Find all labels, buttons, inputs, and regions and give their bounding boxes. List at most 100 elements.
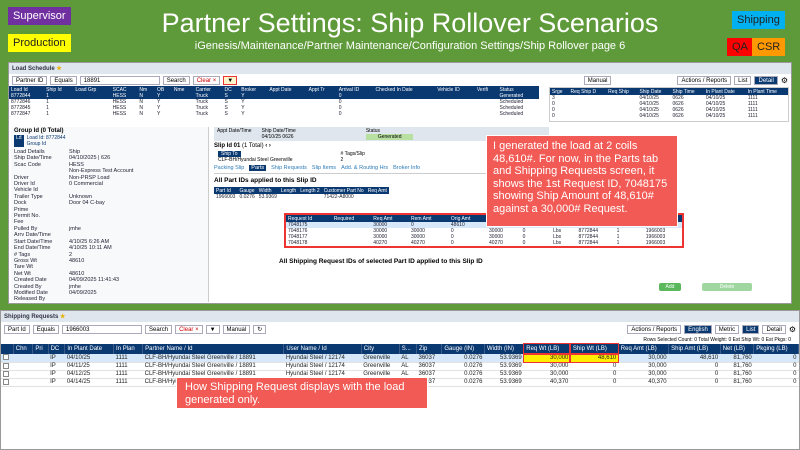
table-cell: 30,000: [523, 370, 571, 379]
column-header: Vehicle ID: [435, 86, 475, 93]
delete-button[interactable]: Delete: [702, 283, 752, 291]
table-cell: 40270: [410, 240, 425, 246]
row-checkbox[interactable]: [3, 354, 9, 361]
load-schedule-toolbar: Partner ID Equals 18891 Search Clear × ▼…: [9, 74, 791, 86]
table-cell: [475, 111, 498, 117]
table-cell: [32, 362, 49, 371]
form-value: Door 04 C-bay: [69, 200, 105, 207]
column-header: DC: [222, 86, 240, 93]
table-cell: IP: [48, 354, 65, 363]
table-cell[interactable]: [1, 378, 14, 387]
tab-broker-info[interactable]: Broker Info: [393, 165, 420, 171]
sr-actions-reports-button[interactable]: Actions / Reports: [627, 325, 682, 334]
sr-search-button[interactable]: Search: [145, 325, 173, 334]
sr-list-view-button[interactable]: List: [742, 325, 760, 334]
table-row[interactable]: 7048178 40270 40270 0 40270 0 Lbs 8772844 1 19660…: [286, 240, 682, 246]
tab-add-routing-hrs[interactable]: Add. & Routing Hrs: [341, 165, 388, 171]
tab-ship-requests[interactable]: Ship Requests: [271, 165, 307, 171]
table-cell: [32, 370, 49, 379]
search-button[interactable]: Search: [162, 75, 190, 85]
table-row[interactable]: IP 04/10/25 1111 CLF-BH/Hyundai Steel Green…: [1, 353, 799, 363]
ship-to-value: CLF-BH/Hyundai Steel Greenville: [218, 157, 293, 163]
part-id-field-select[interactable]: Part Id: [4, 325, 30, 334]
table-cell: 30,000: [618, 370, 669, 379]
tab-parts[interactable]: Parts: [249, 165, 267, 171]
table-cell: [332, 240, 371, 246]
table-cell: 53.9369: [484, 378, 524, 387]
table-cell: 1111: [747, 113, 758, 119]
table-cell: 0: [753, 370, 799, 379]
table-cell: 36037: [416, 362, 442, 371]
detail-view-button[interactable]: Detail: [754, 75, 778, 85]
column-header: Status: [497, 86, 539, 93]
table-cell: 0626: [672, 113, 684, 119]
metric-toggle[interactable]: Metric: [714, 325, 740, 334]
filter-value-input[interactable]: 18891: [79, 75, 160, 85]
filter-field-select[interactable]: Partner ID: [12, 75, 48, 85]
status-field: Generated: [365, 134, 414, 140]
table-cell[interactable]: [1, 362, 14, 371]
callout-shipping-request-display: How Shipping Request displays with the l…: [176, 377, 428, 409]
table-cell: 81,760: [720, 362, 754, 371]
form-value: 0 Commercial: [69, 181, 103, 188]
tab-slip-items[interactable]: Slip Items: [312, 165, 336, 171]
column-header: Customer Part No: [321, 187, 366, 194]
shipping-requests-toolbar: Part Id Equals 1966003 Search Clear × ▼ …: [1, 322, 799, 337]
table-cell: Hyundai Steel / 12174: [283, 354, 362, 363]
part-filter-value-input[interactable]: 1966003: [62, 325, 143, 334]
column-header: Req Ship D: [568, 88, 607, 95]
column-header: DC: [48, 344, 66, 354]
list-view-button[interactable]: List: [734, 75, 752, 85]
table-cell: 48,610: [569, 353, 620, 363]
sr-clear-button[interactable]: Clear ×: [175, 325, 203, 334]
column-header: Load Grp: [73, 86, 111, 93]
table-cell[interactable]: [1, 354, 14, 363]
table-cell: [435, 111, 475, 117]
requests-title: All Shipping Request IDs of selected Par…: [279, 258, 483, 265]
table-cell: Truck: [195, 111, 208, 117]
table-cell: 0: [450, 240, 454, 246]
column-header: Appt Tr: [306, 86, 337, 93]
sr-manual-select[interactable]: Manual: [222, 325, 251, 334]
table-cell: 8772844: [578, 240, 598, 246]
column-header: In Plan: [113, 344, 144, 354]
column-header: Length 2: [298, 187, 322, 194]
part-filter-op-select[interactable]: Equals: [32, 325, 60, 334]
rows-selected-summary: Rows Selected Count: 0 Total Weight: 0 E…: [643, 337, 791, 343]
clear-button[interactable]: Clear ×: [192, 75, 221, 85]
add-button[interactable]: Add: [659, 283, 681, 291]
load-schedule-table-right: Srge Req Ship D Req Ship Ship Date Ship Time…: [549, 87, 789, 122]
column-header: City: [361, 344, 400, 354]
filter-icon[interactable]: ▼: [223, 75, 238, 85]
table-cell[interactable]: [1, 370, 14, 379]
row-checkbox[interactable]: [3, 362, 9, 369]
table-row[interactable]: 8772847 1 HESS N Y Truck S Y 0 Scheduled: [9, 111, 539, 117]
sr-filter-icon[interactable]: ▼: [205, 325, 220, 334]
row-checkbox[interactable]: [3, 370, 9, 377]
table-cell: Greenville: [361, 354, 400, 363]
table-row[interactable]: 0 04/10/25 0626 04/10/25 1111: [550, 113, 788, 119]
table-cell: 1111: [113, 362, 143, 371]
table-cell: 0: [753, 378, 799, 387]
table-cell: 0: [522, 240, 526, 246]
table-cell: [73, 111, 110, 117]
column-header: Length: [278, 187, 299, 194]
row-checkbox[interactable]: [3, 378, 9, 385]
sr-detail-view-button[interactable]: Detail: [762, 325, 786, 334]
sr-gear-icon[interactable]: ⚙: [789, 325, 796, 334]
gear-icon[interactable]: ⚙: [781, 76, 788, 85]
tab-packing-slip[interactable]: Packing Slip: [214, 165, 244, 171]
column-header: Appt Date: [267, 86, 307, 93]
manual-select[interactable]: Manual: [583, 75, 612, 85]
filter-op-select[interactable]: Equals: [50, 75, 77, 85]
table-cell: [13, 362, 33, 371]
load-details-panel: Group Id (0 Total) Ld Load Id: 8772844 Gr…: [11, 127, 209, 302]
form-row: Released By: [14, 296, 205, 302]
refresh-icon[interactable]: ↻: [253, 325, 267, 334]
table-cell: 1: [46, 111, 49, 117]
table-row[interactable]: IP 04/11/25 1111 CLF-BH/Hyundai Steel Green…: [1, 362, 799, 371]
table-cell: 0: [753, 354, 799, 363]
column-header: Chn: [13, 344, 34, 354]
actions-reports-button[interactable]: Actions / Reports: [677, 75, 732, 85]
english-toggle[interactable]: English: [684, 325, 712, 334]
